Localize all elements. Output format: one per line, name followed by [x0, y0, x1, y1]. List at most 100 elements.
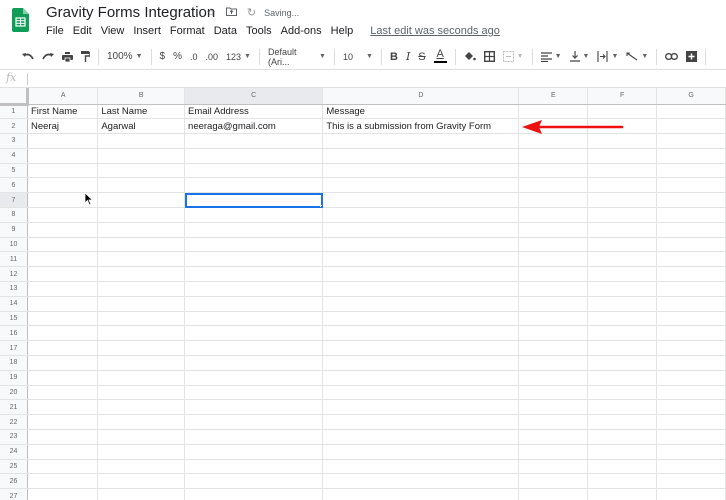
cell-e1[interactable]	[518, 104, 589, 120]
cell-b2[interactable]: Agarwal	[97, 118, 186, 135]
row-header[interactable]: 4	[0, 148, 28, 164]
document-title[interactable]: Gravity Forms Integration	[46, 4, 215, 21]
cell-g27[interactable]	[656, 488, 726, 500]
cell-g26[interactable]	[656, 473, 726, 490]
row-header[interactable]: 10	[0, 237, 28, 253]
cell-c24[interactable]	[184, 444, 324, 460]
row-header[interactable]: 14	[0, 296, 28, 312]
column-header-f[interactable]: F	[587, 88, 658, 105]
cell-e21[interactable]	[518, 399, 589, 416]
row-header[interactable]: 9	[0, 222, 28, 238]
cell-c17[interactable]	[184, 340, 324, 357]
row-header[interactable]: 3	[0, 133, 28, 149]
merge-cells-button[interactable]: ▼	[499, 47, 528, 67]
row-header[interactable]: 13	[0, 281, 28, 297]
cell-d13[interactable]	[322, 281, 520, 297]
cell-c19[interactable]	[184, 370, 324, 386]
cell-f26[interactable]	[587, 473, 658, 490]
cell-g6[interactable]	[656, 177, 726, 194]
select-all-corner[interactable]	[0, 88, 30, 106]
cell-b20[interactable]	[97, 385, 186, 401]
cell-d11[interactable]	[322, 251, 520, 268]
cell-c5[interactable]	[184, 163, 324, 179]
cell-e15[interactable]	[518, 311, 589, 327]
cell-g24[interactable]	[656, 444, 726, 460]
cell-a17[interactable]	[27, 340, 99, 357]
cell-e23[interactable]	[518, 429, 589, 445]
column-header-c[interactable]: C	[184, 88, 324, 105]
cell-e3[interactable]	[518, 133, 589, 149]
row-header[interactable]: 1	[0, 104, 28, 120]
cell-c15[interactable]	[184, 311, 324, 327]
cell-f21[interactable]	[587, 399, 658, 416]
row-header[interactable]: 7	[0, 192, 28, 209]
text-wrapping-button[interactable]: ▼	[593, 47, 622, 67]
cell-b22[interactable]	[97, 414, 186, 431]
cell-a16[interactable]	[27, 325, 99, 342]
cell-e4[interactable]	[518, 148, 589, 164]
cell-d7[interactable]	[322, 192, 520, 209]
row-header[interactable]: 26	[0, 473, 28, 490]
cell-d12[interactable]	[322, 266, 520, 283]
cell-b12[interactable]	[97, 266, 186, 283]
cell-d19[interactable]	[322, 370, 520, 386]
cell-e22[interactable]	[518, 414, 589, 431]
cell-d24[interactable]	[322, 444, 520, 460]
row-header[interactable]: 6	[0, 177, 28, 194]
row-header[interactable]: 12	[0, 266, 28, 283]
cell-a24[interactable]	[27, 444, 99, 460]
row-header[interactable]: 23	[0, 429, 28, 445]
menu-help[interactable]: Help	[331, 25, 354, 37]
cell-b18[interactable]	[97, 355, 186, 371]
cell-g13[interactable]	[656, 281, 726, 297]
row-header[interactable]: 24	[0, 444, 28, 460]
cell-f16[interactable]	[587, 325, 658, 342]
row-header[interactable]: 18	[0, 355, 28, 371]
cell-g18[interactable]	[656, 355, 726, 371]
cell-a9[interactable]	[27, 222, 99, 238]
cell-f3[interactable]	[587, 133, 658, 149]
menu-insert[interactable]: Insert	[133, 25, 161, 37]
last-edit-link[interactable]: Last edit was seconds ago	[370, 25, 500, 37]
cell-f23[interactable]	[587, 429, 658, 445]
cell-b4[interactable]	[97, 148, 186, 164]
cell-f20[interactable]	[587, 385, 658, 401]
cell-g5[interactable]	[656, 163, 726, 179]
cell-a10[interactable]	[27, 237, 99, 253]
cell-d18[interactable]	[322, 355, 520, 371]
cell-e24[interactable]	[518, 444, 589, 460]
cell-c1[interactable]: Email Address	[184, 104, 324, 120]
row-header[interactable]: 22	[0, 414, 28, 431]
row-header[interactable]: 11	[0, 251, 28, 268]
cell-g14[interactable]	[656, 296, 726, 312]
redo-button[interactable]	[38, 47, 58, 67]
cell-g9[interactable]	[656, 222, 726, 238]
cell-a6[interactable]	[27, 177, 99, 194]
cell-b7[interactable]	[97, 192, 186, 209]
menu-add-ons[interactable]: Add-ons	[281, 25, 322, 37]
cell-d25[interactable]	[322, 459, 520, 475]
row-header[interactable]: 8	[0, 207, 28, 223]
menu-edit[interactable]: Edit	[73, 25, 92, 37]
cell-d8[interactable]	[322, 207, 520, 223]
cell-b26[interactable]	[97, 473, 186, 490]
cell-c3[interactable]	[184, 133, 324, 149]
cell-b8[interactable]	[97, 207, 186, 223]
cell-a21[interactable]	[27, 399, 99, 416]
fill-handle[interactable]	[320, 205, 322, 207]
insert-comment-button[interactable]	[682, 47, 701, 67]
cell-f1[interactable]	[587, 104, 658, 120]
borders-button[interactable]	[480, 47, 499, 67]
cell-a2[interactable]: Neeraj	[27, 118, 99, 135]
cell-d10[interactable]	[322, 237, 520, 253]
cell-g11[interactable]	[656, 251, 726, 268]
cell-c27[interactable]	[184, 488, 324, 500]
cell-f5[interactable]	[587, 163, 658, 179]
spreadsheet-grid[interactable]: A B C D E F G 1 First Name Last Name Email …	[0, 88, 726, 500]
cell-f12[interactable]	[587, 266, 658, 283]
cell-b5[interactable]	[97, 163, 186, 179]
cell-b23[interactable]	[97, 429, 186, 445]
fill-color-button[interactable]	[460, 47, 480, 67]
font-select[interactable]: Default (Ari... ▼	[264, 47, 330, 67]
menu-data[interactable]: Data	[214, 25, 237, 37]
